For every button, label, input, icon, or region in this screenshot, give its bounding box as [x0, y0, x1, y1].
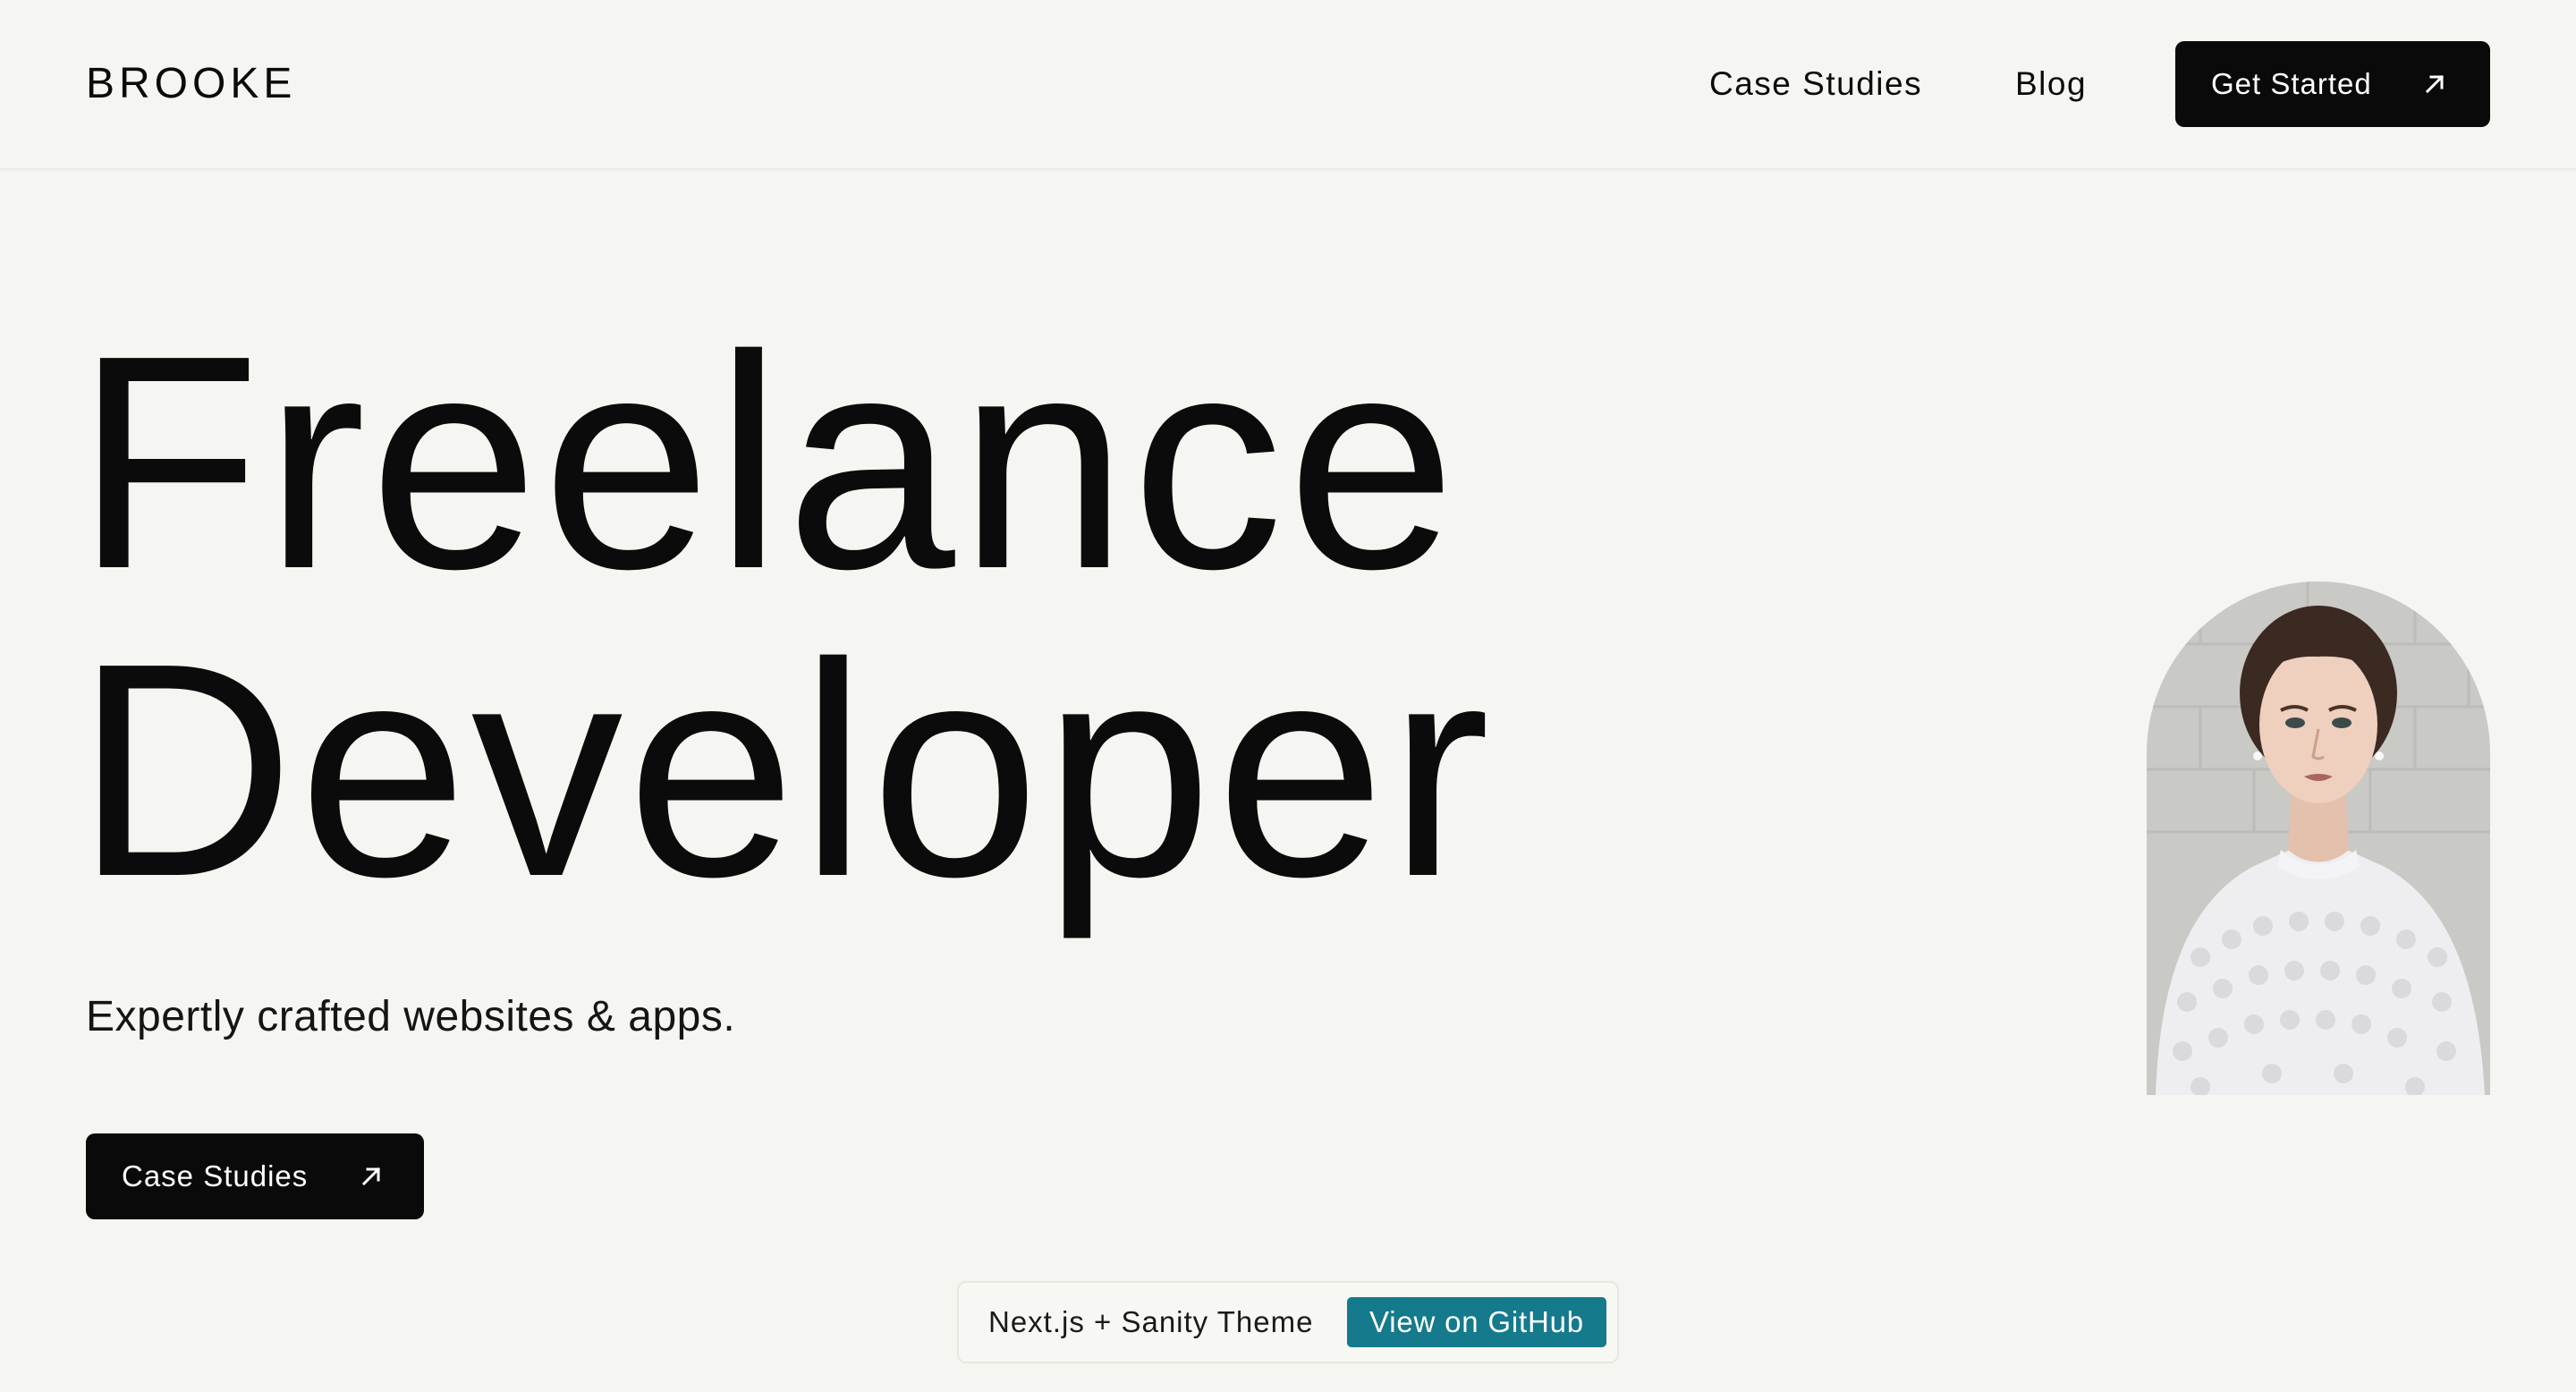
hero-title-line-2: Developer: [75, 600, 1494, 940]
get-started-button[interactable]: Get Started: [2175, 41, 2490, 127]
case-studies-label: Case Studies: [122, 1159, 309, 1193]
hero-title-line-1: Freelance: [75, 293, 1460, 632]
theme-banner-text: Next.js + Sanity Theme: [988, 1305, 1314, 1338]
theme-banner: Next.js + Sanity Theme View on GitHub: [957, 1281, 1619, 1363]
hero-subtitle: Expertly crafted websites & apps.: [86, 993, 736, 1040]
hero-title: Freelance Developer: [75, 309, 1494, 924]
nav-blog[interactable]: Blog: [2015, 55, 2087, 113]
arrow-up-right-icon: [360, 1165, 383, 1188]
arrow-up-right-icon: [2423, 72, 2446, 96]
case-studies-button[interactable]: Case Studies: [86, 1133, 424, 1219]
site-header: BROOKE Case Studies Blog Get Started: [0, 0, 2576, 170]
portrait-image: [2147, 581, 2490, 1095]
nav-case-studies[interactable]: Case Studies: [1709, 55, 1922, 113]
get-started-label: Get Started: [2211, 67, 2372, 100]
view-on-github-button[interactable]: View on GitHub: [1347, 1297, 1606, 1347]
brand-logo[interactable]: BROOKE: [86, 55, 296, 113]
